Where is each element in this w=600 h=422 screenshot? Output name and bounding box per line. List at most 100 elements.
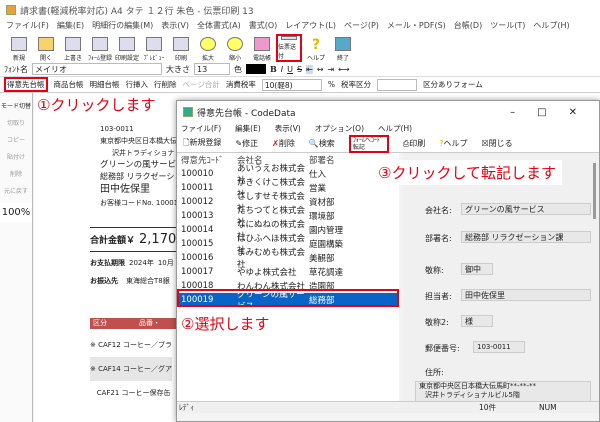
send-slip-button[interactable]: 伝票送付 (276, 34, 302, 62)
edit-entry-button[interactable]: ✎修正 (235, 138, 258, 149)
justify-icon[interactable]: ⟷ (338, 65, 349, 74)
printer-settings-icon (119, 37, 135, 51)
zoom-in-button[interactable]: 拡大 (195, 34, 221, 62)
exit-button[interactable]: 終了 (330, 34, 356, 62)
open-button[interactable]: 開く (33, 34, 59, 62)
item-row[interactable]: CAF21 コーヒー保存缶 (90, 381, 172, 405)
dialog-menu-options[interactable]: オプション(O) (315, 123, 364, 135)
align-center-icon[interactable]: ↔ (317, 65, 324, 74)
cell: 100016 (181, 253, 214, 263)
menu-bar: ファイル(F) 編集(E) 明細行の編集(M) 表示(V) 全体書式(A) 書式(O) レイ… (0, 18, 600, 33)
print-button[interactable]: 印刷 (168, 34, 194, 62)
cut-button[interactable]: 切取り (7, 118, 25, 127)
table-row[interactable]: 100017 やゆよ株式会社 草花調達 (177, 265, 399, 279)
search-button[interactable]: 🔍検索 (309, 138, 335, 149)
main-toolbar: 新規 開く 上書き ﾌｫｰﾑ登録 印刷設定 ﾌﾟﾚﾋﾞｭｰ 印刷 拡大 縮小 電… (0, 33, 600, 63)
floppy-icon (65, 37, 81, 51)
menu-page[interactable]: ページ(P) (344, 20, 379, 31)
underline-button[interactable]: U (287, 65, 293, 74)
undo-button[interactable]: 元に戻す (4, 186, 28, 195)
font-name-select[interactable]: メイリオ (32, 63, 162, 75)
annotation-step3: ③クリックして転記します (372, 160, 562, 185)
dialog-close-button[interactable]: ☒閉じる (481, 138, 512, 149)
mode-switch-button[interactable]: モード切替 (1, 101, 31, 110)
tax-rate-field[interactable]: 10(軽8) (261, 78, 322, 91)
cell: 庭園構築 (309, 240, 344, 250)
strike-button[interactable]: S (297, 65, 302, 74)
italic-button[interactable]: I (281, 65, 283, 74)
zoom-out-button[interactable]: 縮小 (222, 34, 248, 62)
dialog-print-button[interactable]: ⎙印刷 (403, 138, 425, 149)
zoom-level: 100% (0, 203, 32, 222)
help-button[interactable]: ? ヘルプ (303, 34, 329, 62)
cell: 100014 (181, 225, 214, 235)
cell: 100017 (181, 267, 214, 277)
scrollbar[interactable] (593, 163, 596, 219)
customer-ledger-button[interactable]: 得意先台帳 (4, 77, 48, 92)
copy-button[interactable]: コピー (7, 135, 25, 144)
insert-row-button[interactable]: 行挿入 (126, 79, 149, 90)
delete-row-button[interactable]: 行削除 (154, 79, 177, 90)
menu-ledger[interactable]: 台帳(D) (454, 20, 482, 31)
address-field: 東京都中央区日本橋大伝馬町**-**-** 沢井トラディショナルビル5階 (415, 381, 591, 403)
print-settings-button[interactable]: 印刷設定 (114, 34, 140, 62)
items-list: ※ CAF12 コーヒー／ブラ ※ CAF14 コーヒー／グア CAF21 コー… (90, 333, 172, 405)
transfer-code-button[interactable]: ﾌｫｰﾑへｺｰﾄﾞ転記 (348, 134, 389, 153)
menu-mail-pdf[interactable]: メール・PDF(S) (387, 20, 446, 31)
cell: 100015 (181, 239, 214, 249)
menu-file[interactable]: ファイル(F) (6, 20, 49, 31)
table-row[interactable]: 100016 まみむめも株式会社 美観部 (177, 248, 399, 270)
ledger-toolbar: 得意先台帳 商品台帳 明細台帳 行挿入 行削除 ページ合計 消費税率 10(軽8… (0, 77, 600, 93)
exit-icon (335, 37, 351, 51)
dialog-menu-file[interactable]: ファイル(F) (181, 123, 221, 135)
detail-panel: 会社名: グリーンの風サービス 部署名: 総務部 リラクゼーション課 敬称: 御中 担… (403, 153, 599, 403)
cell: 草花調達 (309, 268, 344, 278)
postal-field: 103-0011 (473, 341, 525, 353)
window-controls[interactable]: –□✕ (510, 107, 599, 118)
delete-button[interactable]: 削除 (10, 169, 22, 178)
dialog-menu-help[interactable]: ヘルプ(H) (378, 123, 412, 135)
customer-list: 得意先ｺｰﾄﾞ 会社名 部署名 100010 あいうえお株式会社 仕入 100011 かきく… (177, 153, 399, 403)
item-row[interactable]: ※ CAF12 コーヒー／ブラ (90, 333, 172, 357)
menu-edit[interactable]: 編集(E) (57, 20, 84, 31)
menu-line-edit[interactable]: 明細行の編集(M) (92, 20, 153, 31)
menu-tools[interactable]: ツール(T) (490, 20, 525, 31)
dialog-menu: ファイル(F) 編集(E) 表示(V) オプション(O) ヘルプ(H) (177, 123, 599, 135)
align-left-icon[interactable]: ⇤ (306, 64, 313, 74)
product-ledger-button[interactable]: 商品台帳 (54, 79, 84, 90)
menu-layout[interactable]: レイアウト(L) (285, 20, 336, 31)
new-button[interactable]: 新規 (6, 34, 32, 62)
menu-help[interactable]: ヘルプ(H) (533, 20, 569, 31)
paste-button[interactable]: 貼付け (7, 152, 25, 161)
detail-ledger-button[interactable]: 明細台帳 (90, 79, 120, 90)
menu-global-format[interactable]: 全体書式(A) (197, 20, 241, 31)
bold-button[interactable]: B (270, 64, 277, 74)
form-icon (92, 37, 108, 51)
honorific2-field: 様 (461, 315, 493, 327)
zoom-in-icon (200, 37, 216, 51)
font-size-select[interactable]: 13 (194, 63, 230, 75)
cell: 園内管理 (309, 226, 344, 236)
dialog-menu-view[interactable]: 表示(V) (275, 123, 301, 135)
person-field: 田中佐保里 (461, 289, 591, 301)
phonebook-button[interactable]: 電話帳 (249, 34, 275, 62)
new-icon (11, 37, 27, 51)
delete-entry-button[interactable]: ✗削除 (272, 138, 295, 149)
dialog-menu-edit[interactable]: 編集(E) (235, 123, 261, 135)
form-register-button[interactable]: ﾌｫｰﾑ登録 (87, 34, 113, 62)
item-row[interactable]: ※ CAF14 コーヒー／グア (90, 357, 172, 381)
color-picker[interactable] (246, 64, 266, 74)
dept-field: 総務部 リラクゼーション課 (461, 231, 591, 243)
menu-format[interactable]: 書式(O) (249, 20, 278, 31)
page-total-button[interactable]: ページ合計 (183, 79, 220, 90)
tax-class-select[interactable] (377, 78, 417, 91)
preview-icon (146, 37, 162, 51)
new-entry-button[interactable]: 🗋新規登録 (183, 137, 221, 151)
preview-button[interactable]: ﾌﾟﾚﾋﾞｭｰ (141, 34, 167, 62)
menu-view[interactable]: 表示(V) (161, 20, 189, 31)
cell: 100012 (181, 197, 214, 207)
save-button[interactable]: 上書き (60, 34, 86, 62)
align-right-icon[interactable]: ⇥ (327, 65, 334, 74)
dialog-help-button[interactable]: ?ヘルプ (439, 138, 467, 149)
send-slip-icon (281, 36, 297, 40)
